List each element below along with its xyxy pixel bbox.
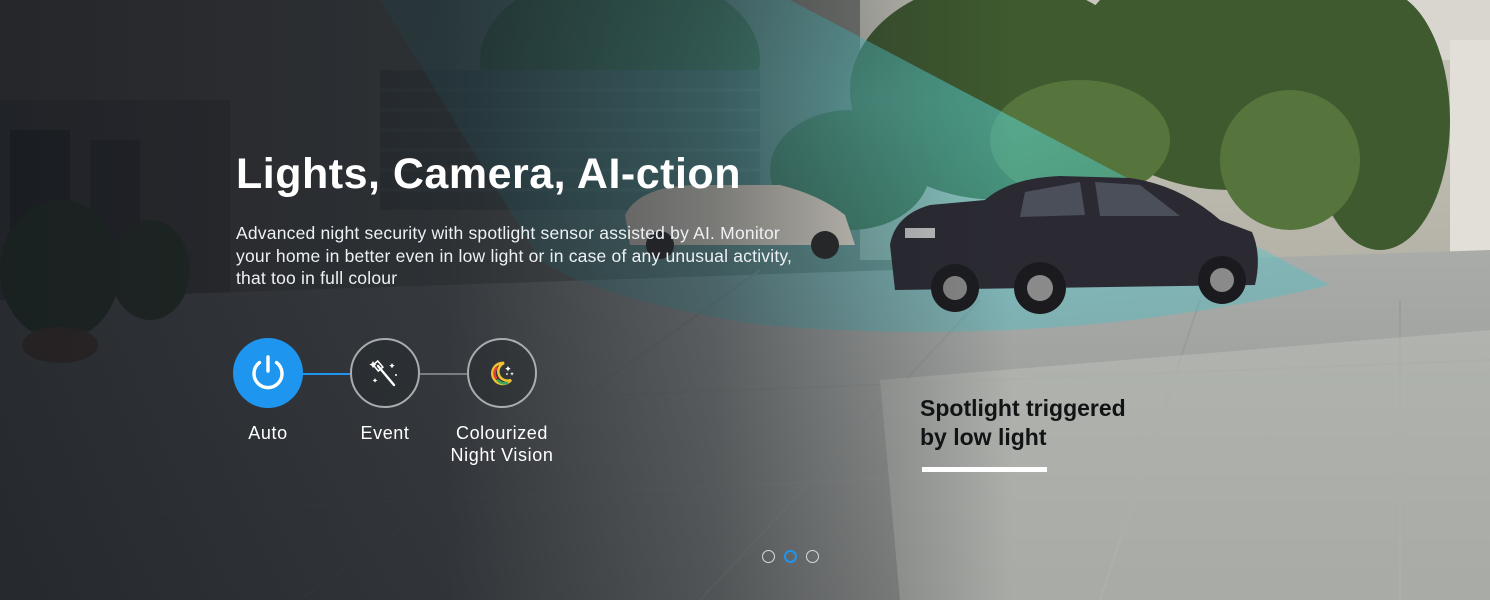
hero-banner: Lights, Camera, AI-ction Advanced night … xyxy=(0,0,1490,600)
hero-description: Advanced night security with spotlight s… xyxy=(236,223,793,288)
carousel-dot-3[interactable] xyxy=(806,550,819,563)
mode-colour-night-vision-label: Colourized Night Vision xyxy=(450,423,554,465)
mode-connector xyxy=(302,373,350,375)
callout-line-2: by low light xyxy=(920,424,1047,450)
mode-auto-button[interactable] xyxy=(233,338,303,408)
carousel-dot-1[interactable] xyxy=(762,550,775,563)
callout-underline xyxy=(922,467,1047,472)
carousel-pagination xyxy=(762,550,819,563)
spotlight-callout: Spotlight triggered by low light xyxy=(920,394,1126,452)
mode-event-label: Event xyxy=(360,423,410,443)
mode-colour-night-vision-button[interactable] xyxy=(467,338,537,408)
magic-wand-icon xyxy=(369,359,397,387)
mode-auto-label: Auto xyxy=(248,423,288,443)
power-icon xyxy=(252,355,284,390)
mode-event-button[interactable] xyxy=(350,338,420,408)
hero-title: Lights, Camera, AI-ction xyxy=(236,150,741,198)
mode-selector: Auto Event Colourized Night Vision xyxy=(232,338,572,478)
callout-line-1: Spotlight triggered xyxy=(920,395,1126,421)
carousel-dot-2[interactable] xyxy=(784,550,797,563)
dark-gradient-overlay xyxy=(0,0,1490,600)
colour-moon-icon xyxy=(491,361,514,386)
mode-connector xyxy=(420,373,467,375)
